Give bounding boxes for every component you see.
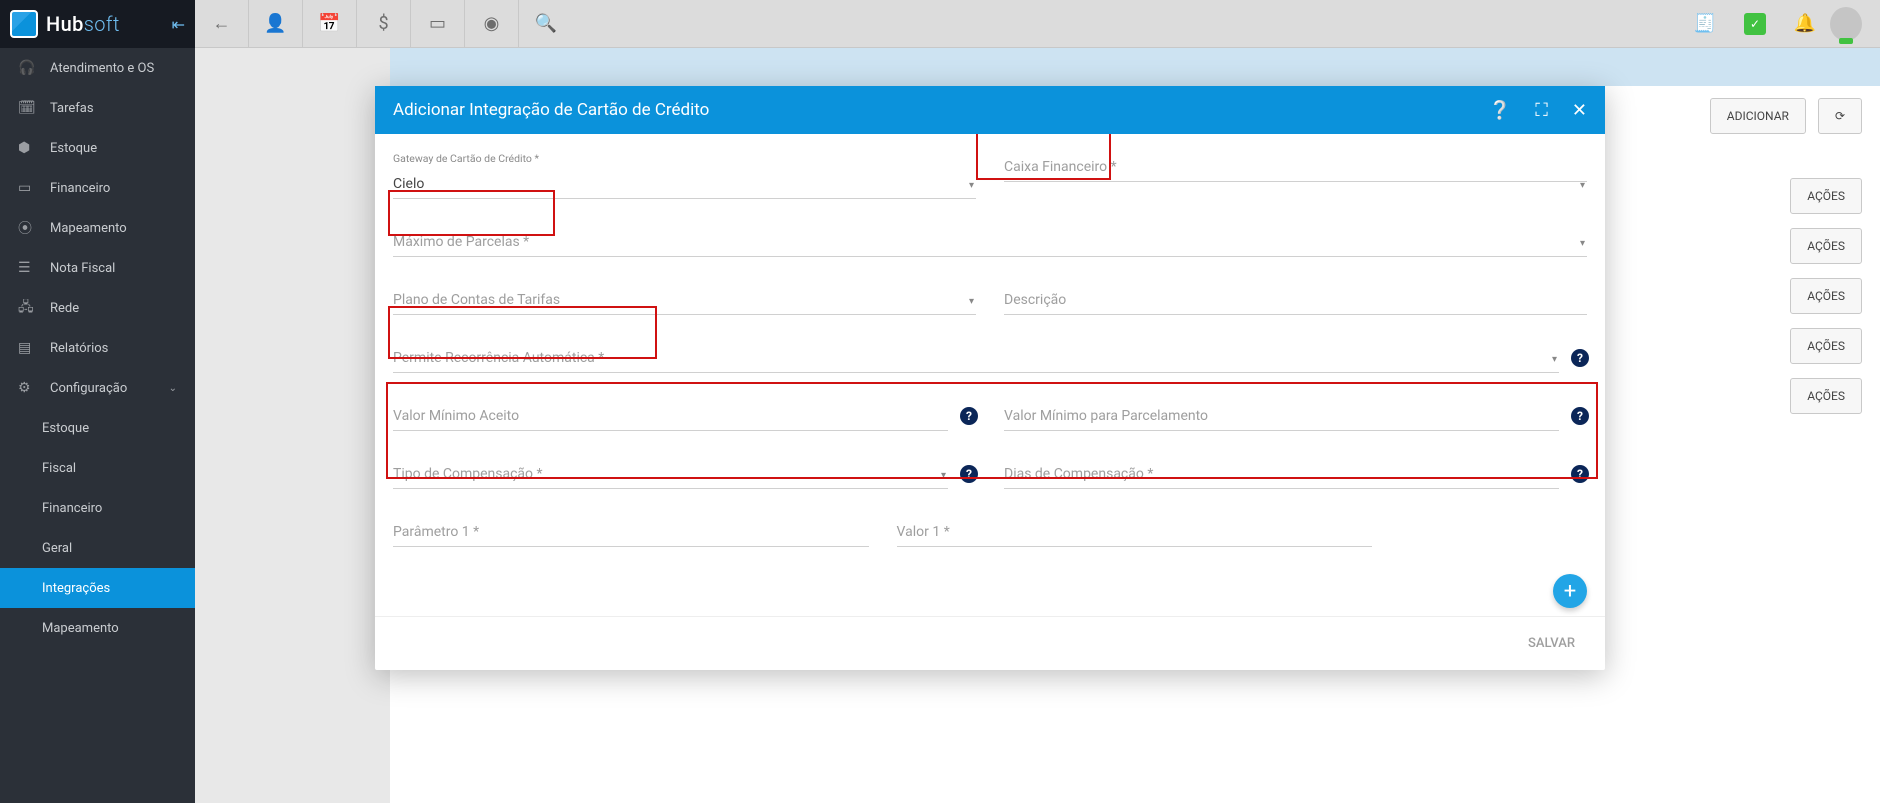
- fullscreen-icon[interactable]: ⛶: [1535, 100, 1548, 121]
- sidebar: Hubsoft ⇤ 🎧Atendimento e OS 🗓Tarefas ⬢Es…: [0, 0, 195, 803]
- sidebar-item-configuracao[interactable]: ⚙Configuração⌄: [0, 368, 195, 408]
- headset-icon: 🎧: [18, 60, 38, 76]
- map-pin-icon: ⦿: [18, 218, 38, 238]
- field-max-parcelas[interactable]: Máximo de Parcelas * ▾: [393, 227, 1587, 257]
- user-menu[interactable]: [1830, 0, 1880, 48]
- card-icon[interactable]: ▭: [411, 0, 465, 48]
- field-caixa[interactable]: Caixa Financeiro * ▾: [1004, 152, 1587, 199]
- dollar-icon[interactable]: $: [357, 0, 411, 48]
- row-actions-1[interactable]: AÇÕES: [1790, 178, 1862, 214]
- sidebar-sub-estoque[interactable]: Estoque: [0, 408, 195, 448]
- back-icon[interactable]: ←: [195, 0, 249, 48]
- row-actions-3[interactable]: AÇÕES: [1790, 278, 1862, 314]
- field-descricao[interactable]: Descrição: [1004, 285, 1587, 315]
- chevron-down-icon: ⌄: [169, 383, 177, 394]
- calendar-icon[interactable]: 📅: [303, 0, 357, 48]
- avatar: [1830, 7, 1862, 41]
- logo: Hubsoft ⇤: [0, 0, 195, 48]
- chevron-down-icon: ▾: [941, 470, 946, 481]
- sidebar-item-rede[interactable]: 🖧Rede: [0, 288, 195, 328]
- collapse-sidebar-icon[interactable]: ⇤: [172, 15, 185, 34]
- row-actions-2[interactable]: AÇÕES: [1790, 228, 1862, 264]
- invoice-icon: ☰: [18, 260, 38, 276]
- network-icon: 🖧: [18, 296, 38, 320]
- modal-add-credit-card-integration: Adicionar Integração de Cartão de Crédit…: [375, 86, 1605, 670]
- field-parametro-1[interactable]: Parâmetro 1 *: [393, 517, 869, 547]
- placeholder-dias-compensacao: Dias de Compensação *: [1004, 459, 1559, 489]
- field-plano-tarifas[interactable]: Plano de Contas de Tarifas ▾: [393, 285, 976, 315]
- placeholder-recorrencia: Permite Recorrência Automática *: [393, 343, 1559, 373]
- modal-body: Gateway de Cartão de Crédito * Cielo ▾ C…: [375, 134, 1605, 616]
- modal-title: Adicionar Integração de Cartão de Crédit…: [393, 100, 709, 120]
- sidebar-item-estoque[interactable]: ⬢Estoque: [0, 128, 195, 168]
- placeholder-valor-min-aceito: Valor Mínimo Aceito: [393, 401, 948, 431]
- placeholder-max-parcelas: Máximo de Parcelas *: [393, 227, 1587, 257]
- field-recorrencia[interactable]: Permite Recorrência Automática * ▾ ?: [393, 343, 1587, 373]
- bell-icon[interactable]: 🔔: [1780, 0, 1830, 48]
- placeholder-parametro-1: Parâmetro 1 *: [393, 517, 869, 547]
- search-icon[interactable]: 🔍: [519, 0, 573, 48]
- sidebar-item-financeiro[interactable]: ▭Financeiro: [0, 168, 195, 208]
- refresh-button[interactable]: ⟳: [1818, 98, 1862, 134]
- value-gateway: Cielo: [393, 169, 976, 199]
- placeholder-plano-tarifas: Plano de Contas de Tarifas: [393, 285, 976, 315]
- help-icon[interactable]: ?: [1571, 349, 1589, 367]
- field-gateway[interactable]: Gateway de Cartão de Crédito * Cielo ▾: [393, 152, 976, 199]
- pdf-icon[interactable]: 🧾: [1680, 0, 1730, 48]
- modal-header: Adicionar Integração de Cartão de Crédit…: [375, 86, 1605, 134]
- sidebar-sub-fiscal[interactable]: Fiscal: [0, 448, 195, 488]
- placeholder-caixa: Caixa Financeiro *: [1004, 152, 1587, 182]
- sidebar-sub-mapeamento[interactable]: Mapeamento: [0, 608, 195, 648]
- sidebar-item-tarefas[interactable]: 🗓Tarefas: [0, 88, 195, 128]
- add-parameter-button[interactable]: +: [1553, 574, 1587, 608]
- chevron-down-icon: ▾: [1580, 180, 1585, 191]
- chevron-down-icon: ▾: [1580, 238, 1585, 249]
- sidebar-item-atendimento[interactable]: 🎧Atendimento e OS: [0, 48, 195, 88]
- close-icon[interactable]: ✕: [1572, 100, 1587, 121]
- field-valor-min-aceito[interactable]: Valor Mínimo Aceito ?: [393, 401, 976, 431]
- add-button[interactable]: ADICIONAR: [1710, 98, 1806, 134]
- field-valor-min-parcelamento[interactable]: Valor Mínimo para Parcelamento ?: [1004, 401, 1587, 431]
- save-button[interactable]: SALVAR: [1514, 628, 1589, 659]
- placeholder-tipo-compensacao: Tipo de Compensação *: [393, 459, 948, 489]
- help-icon[interactable]: ?: [960, 465, 978, 483]
- row-actions-5[interactable]: AÇÕES: [1790, 378, 1862, 414]
- status-ok-icon[interactable]: ✓: [1730, 0, 1780, 48]
- row-actions-4[interactable]: AÇÕES: [1790, 328, 1862, 364]
- brand-name: Hubsoft: [46, 12, 120, 36]
- money-icon: ▭: [18, 180, 38, 196]
- report-icon: ▤: [18, 340, 38, 356]
- help-icon[interactable]: ?: [1571, 407, 1589, 425]
- help-icon[interactable]: ?: [1571, 465, 1589, 483]
- placeholder-valor-min-parcelamento: Valor Mínimo para Parcelamento: [1004, 401, 1559, 431]
- field-dias-compensacao[interactable]: Dias de Compensação * ?: [1004, 459, 1587, 489]
- box-icon: ⬢: [18, 140, 38, 156]
- field-valor-1[interactable]: Valor 1 *: [897, 517, 1373, 547]
- placeholder-descricao: Descrição: [1004, 285, 1587, 315]
- label-gateway: Gateway de Cartão de Crédito *: [393, 152, 976, 165]
- tasks-icon: 🗓: [18, 100, 38, 116]
- eye-icon[interactable]: ◉: [465, 0, 519, 48]
- gear-icon: ⚙: [18, 380, 38, 396]
- chevron-down-icon: ▾: [1552, 354, 1557, 365]
- sidebar-item-relatorios[interactable]: ▤Relatórios: [0, 328, 195, 368]
- sidebar-item-mapeamento[interactable]: ⦿Mapeamento: [0, 208, 195, 248]
- modal-footer: SALVAR: [375, 616, 1605, 670]
- sidebar-sub-financeiro[interactable]: Financeiro: [0, 488, 195, 528]
- sidebar-sub-geral[interactable]: Geral: [0, 528, 195, 568]
- placeholder-valor-1: Valor 1 *: [897, 517, 1373, 547]
- person-icon[interactable]: 👤: [249, 0, 303, 48]
- logo-icon: [10, 10, 38, 38]
- topbar: ← 👤 📅 $ ▭ ◉ 🔍 🧾 ✓ 🔔: [195, 0, 1880, 48]
- sidebar-item-nota-fiscal[interactable]: ☰Nota Fiscal: [0, 248, 195, 288]
- chevron-down-icon: ▾: [969, 296, 974, 307]
- help-icon[interactable]: ?: [960, 407, 978, 425]
- sidebar-sub-integracoes[interactable]: Integrações: [0, 568, 195, 608]
- chevron-down-icon: ▾: [969, 180, 974, 191]
- field-tipo-compensacao[interactable]: Tipo de Compensação * ▾ ?: [393, 459, 976, 489]
- help-icon[interactable]: ❔: [1489, 100, 1511, 121]
